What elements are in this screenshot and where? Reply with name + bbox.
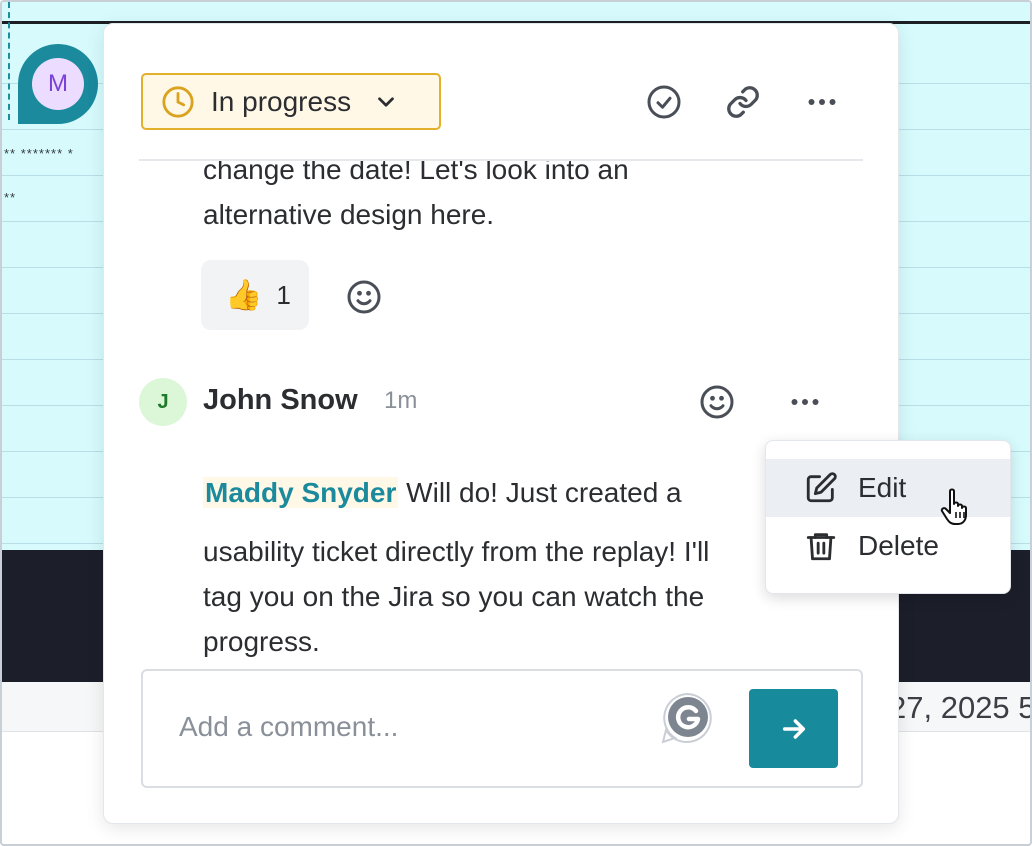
message-line: tag you on the Jira so you can watch the	[203, 581, 705, 612]
check-circle-icon	[647, 85, 681, 119]
more-horizontal-icon	[791, 399, 819, 405]
comment-composer	[141, 669, 863, 788]
author-name: John Snow	[203, 384, 358, 416]
message-text: Will do! Just created a	[406, 477, 682, 508]
avatar-initial: M	[32, 58, 84, 110]
comment-input[interactable]	[179, 707, 649, 747]
comment-thread-popover: In progress change the date! Let's look …	[103, 23, 899, 824]
background-dashed-guide	[8, 2, 10, 120]
more-horizontal-icon	[808, 99, 836, 105]
app-window: ** ******* * ** 27, 2025 5 M In progress	[0, 0, 1032, 846]
edit-icon	[806, 472, 837, 503]
arrow-right-icon	[782, 718, 805, 739]
hand-pointer-cursor-icon	[940, 488, 967, 525]
add-reaction-button[interactable]	[344, 277, 384, 317]
resolve-button[interactable]	[643, 81, 685, 123]
message-more-button[interactable]	[784, 381, 826, 423]
menu-item-label: Delete	[858, 530, 939, 561]
background-masked-text: ** ******* *	[4, 146, 74, 161]
smiley-icon	[347, 280, 381, 314]
background-masked-text: **	[4, 190, 17, 205]
menu-item-label: Edit	[858, 472, 907, 503]
author-avatar: J	[139, 378, 187, 426]
status-dropdown[interactable]: In progress	[141, 73, 441, 130]
message-line: usability ticket directly from the repla…	[203, 536, 710, 567]
comment-pin-avatar[interactable]: M	[18, 44, 98, 124]
grammarly-icon[interactable]	[660, 691, 714, 745]
previous-message-text: change the date! Let's look into an alte…	[203, 161, 629, 230]
status-label: In progress	[211, 85, 352, 117]
chevron-down-icon	[378, 96, 394, 107]
message-timestamp: 1m	[384, 387, 418, 414]
menu-item-delete[interactable]: Delete	[766, 517, 1010, 575]
background-date-text: 27, 2025 5	[889, 690, 1032, 725]
message-line: Maddy Snyder Will do! Just created a	[203, 477, 682, 509]
copy-link-button[interactable]	[722, 81, 764, 123]
mention-link[interactable]: Maddy Snyder	[203, 477, 399, 508]
trash-icon	[806, 533, 836, 561]
send-button[interactable]	[749, 689, 838, 768]
smiley-icon	[700, 385, 734, 419]
message-context-menu: Edit Delete	[765, 440, 1011, 594]
message-line: progress.	[203, 626, 320, 657]
link-icon	[727, 86, 759, 118]
clock-icon	[162, 85, 194, 118]
thumbs-up-icon: 👍	[225, 278, 263, 312]
reaction-chip-thumbs-up[interactable]: 👍 1	[201, 260, 309, 330]
menu-item-edit[interactable]: Edit	[766, 459, 1010, 517]
message-add-reaction-button[interactable]	[696, 381, 738, 423]
more-options-button[interactable]	[801, 81, 843, 123]
reaction-count: 1	[276, 279, 291, 310]
